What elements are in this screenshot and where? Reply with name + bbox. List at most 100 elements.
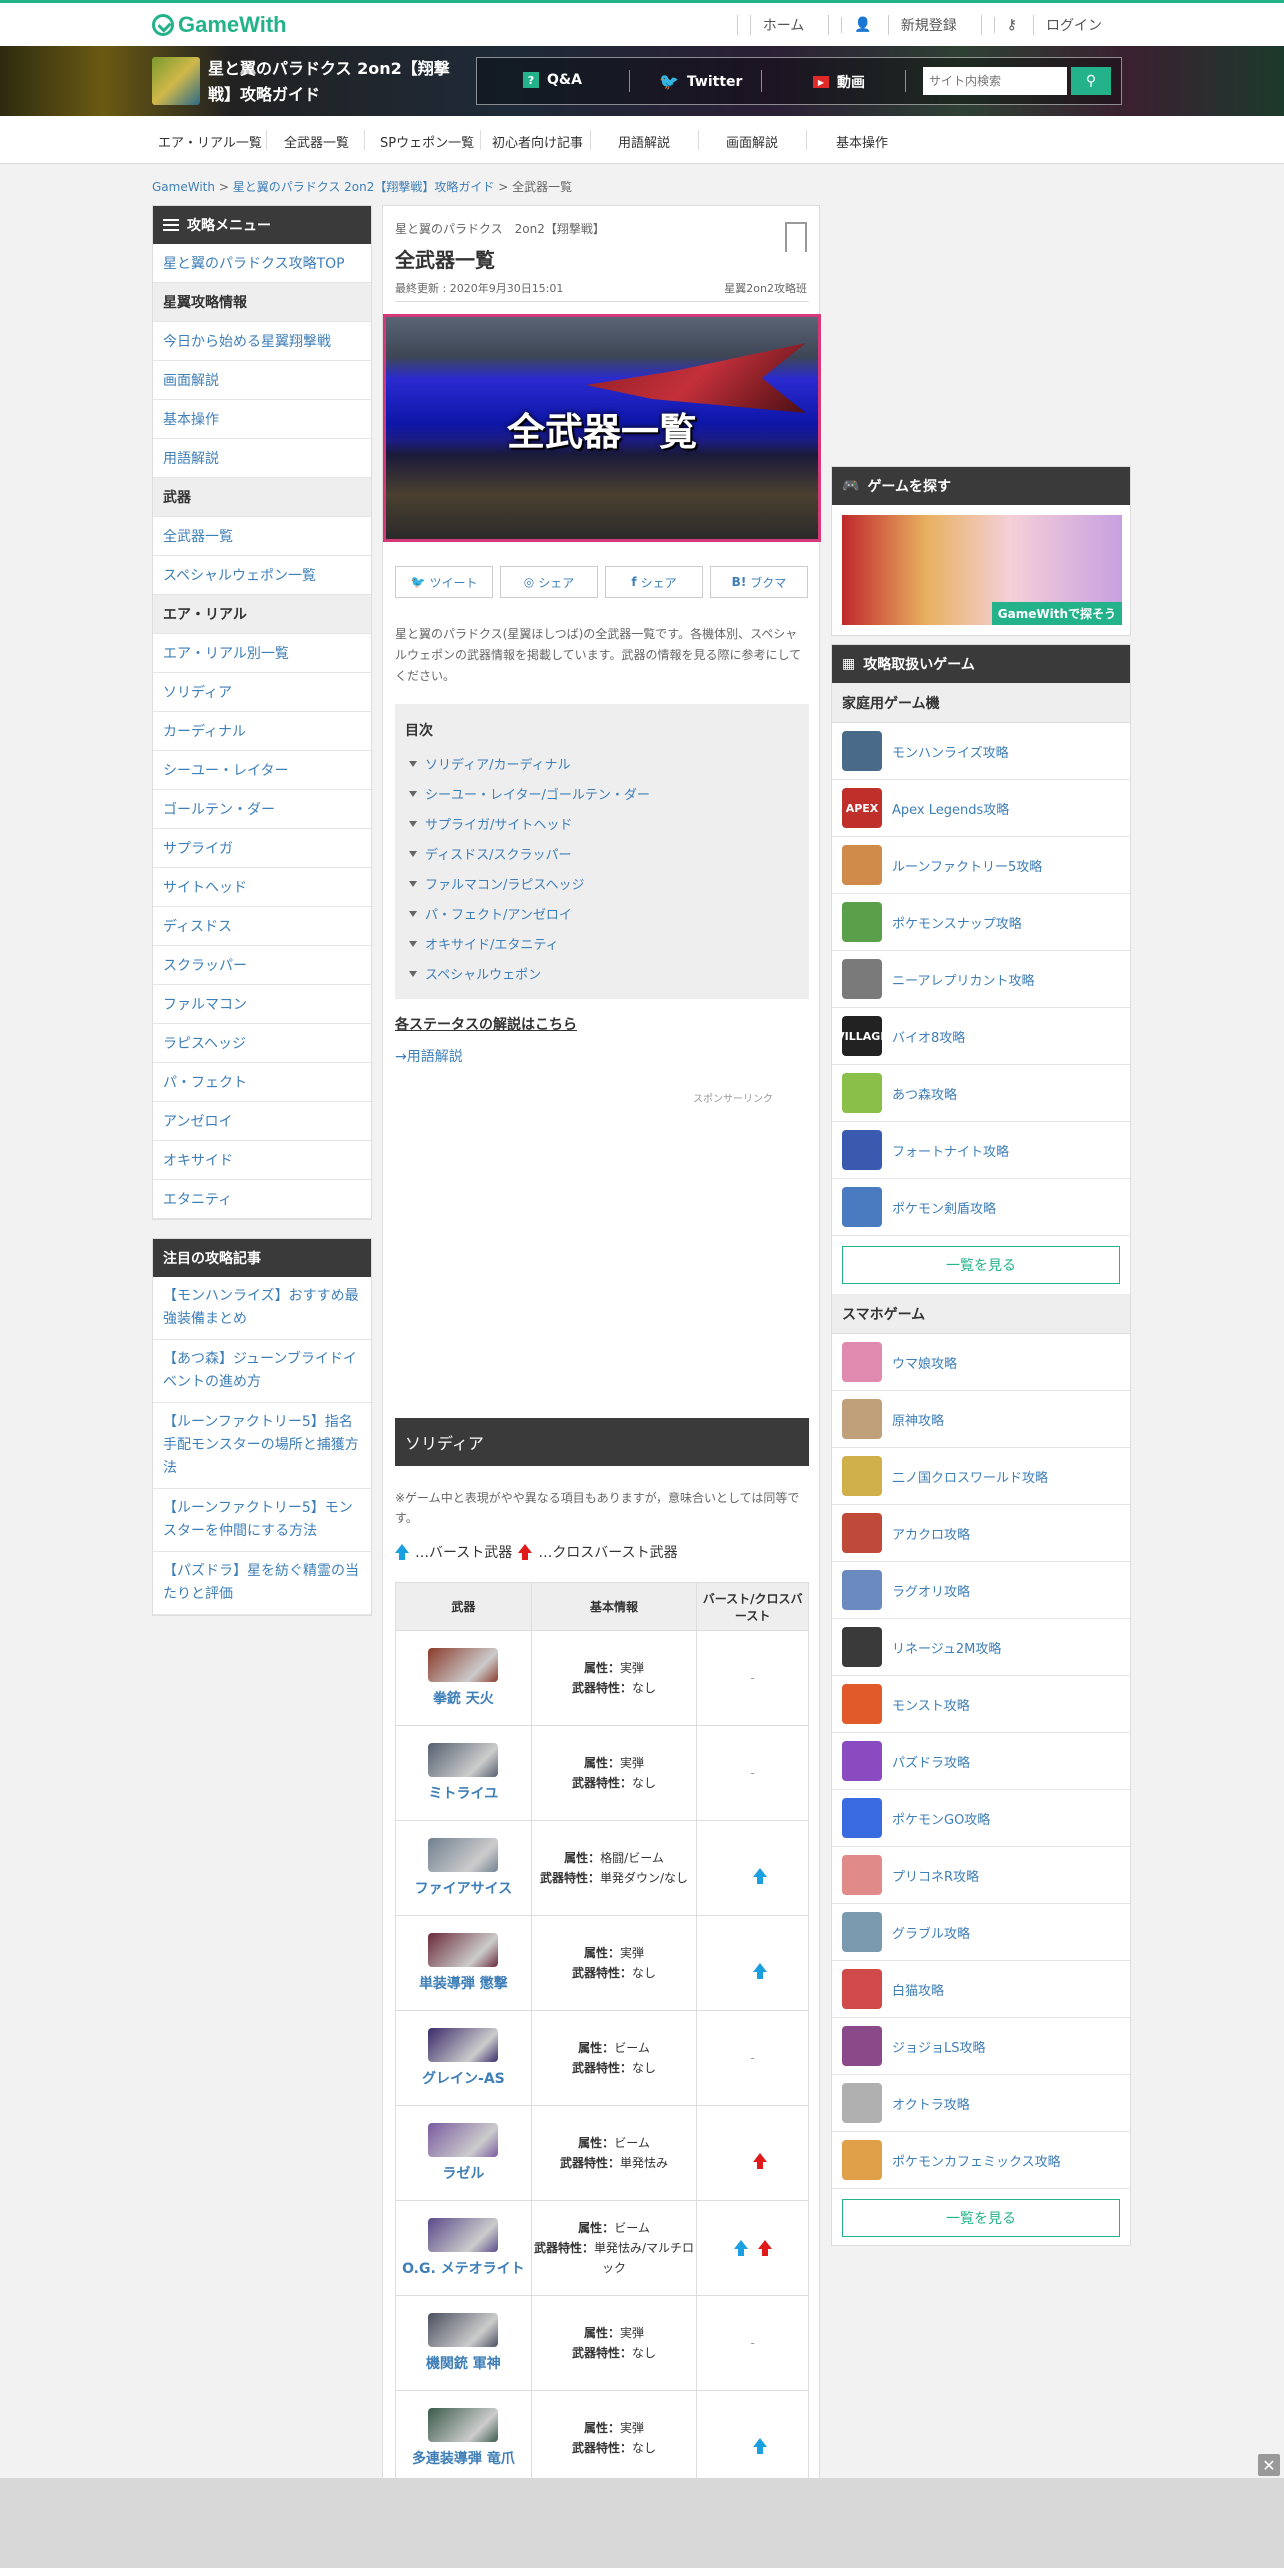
game-list-item[interactable]: ポケモン剣盾攻略 [832, 1179, 1130, 1236]
sidebar-item[interactable]: アンゼロイ [153, 1102, 371, 1141]
sidebar-item[interactable]: シーユー・レイター [153, 751, 371, 790]
login-link[interactable]: ⚷ ログイン [980, 15, 1126, 35]
weapon-link[interactable]: 拳銃 天火 [396, 1648, 531, 1708]
weapon-trait: 武器特性：単発怯み/マルチロック [532, 2238, 696, 2278]
catnav-item-airreal[interactable]: エア・リアル一覧 [158, 132, 262, 151]
weapon-link[interactable]: O.G. メテオライト [396, 2218, 531, 2278]
game-list-item[interactable]: リネージュ2M攻略 [832, 1619, 1130, 1676]
sidebar-item[interactable]: スクラッパー [153, 946, 371, 985]
game-list-item[interactable]: プリコネR攻略 [832, 1847, 1130, 1904]
game-list-item[interactable]: パズドラ攻略 [832, 1733, 1130, 1790]
catnav-item-basics[interactable]: 基本操作 [836, 132, 888, 151]
game-ad-banner[interactable]: GameWithで探そう [842, 515, 1122, 625]
game-list-item[interactable]: APEX Apex Legends攻略 [832, 780, 1130, 837]
sidebar-item[interactable]: エタニティ [153, 1180, 371, 1219]
game-list-item[interactable]: グラブル攻略 [832, 1904, 1130, 1961]
game-list-item[interactable]: ジョジョLS攻略 [832, 2018, 1130, 2075]
sidebar-item[interactable]: カーディナル [153, 712, 371, 751]
home-link[interactable]: ホーム [736, 15, 829, 35]
sidebar-item[interactable]: 用語解説 [153, 439, 371, 478]
weapon-link[interactable]: グレイン-AS [396, 2028, 531, 2088]
featured-article-link[interactable]: 【ルーンファクトリー5】指名手配モンスターの場所と捕獲方法 [153, 1403, 371, 1489]
game-list-item[interactable]: ニーアレプリカント攻略 [832, 951, 1130, 1008]
terms-link[interactable]: →用語解説 [395, 1046, 463, 1066]
featured-article-link[interactable]: 【パズドラ】星を紡ぐ精霊の当たりと評価 [153, 1552, 371, 1615]
video-link[interactable]: ▶ 動画 [813, 72, 865, 92]
twitter-link[interactable]: 🐦 Twitter [659, 72, 742, 91]
sidebar-item[interactable]: エア・リアル別一覧 [153, 634, 371, 673]
game-list-item[interactable]: アカクロ攻略 [832, 1505, 1130, 1562]
game-list-item[interactable]: VILLAGE バイオ8攻略 [832, 1008, 1130, 1065]
sidebar-item[interactable]: スペシャルウェポン一覧 [153, 556, 371, 595]
sidebar-item[interactable]: サイトヘッド [153, 868, 371, 907]
sidebar-item[interactable]: ラピスヘッジ [153, 1024, 371, 1063]
game-list-item[interactable]: ラグオリ攻略 [832, 1562, 1130, 1619]
game-list-item[interactable]: ルーンファクトリー5攻略 [832, 837, 1130, 894]
view-all-home-button[interactable]: 一覧を見る [842, 1246, 1120, 1284]
featured-article-link[interactable]: 【あつ森】ジューンブライドイベントの進め方 [153, 1340, 371, 1403]
catnav-item-screen[interactable]: 画面解説 [726, 132, 778, 151]
view-all-mobile-button[interactable]: 一覧を見る [842, 2199, 1120, 2237]
sidebar-item[interactable]: 今日から始める星翼翔撃戦 [153, 322, 371, 361]
game-list-item[interactable]: ポケモンスナップ攻略 [832, 894, 1130, 951]
game-list-item[interactable]: ポケモンカフェミックス攻略 [832, 2132, 1130, 2189]
toc-item[interactable]: オキサイド/エタニティ [409, 934, 559, 953]
catnav-item-weapons[interactable]: 全武器一覧 [284, 132, 349, 151]
game-list-item[interactable]: フォートナイト攻略 [832, 1122, 1130, 1179]
game-thumbnail[interactable] [152, 57, 200, 105]
bookmark-icon[interactable] [785, 222, 807, 252]
line-share-button[interactable]: ◎ シェア [500, 566, 598, 598]
status-explanation-link[interactable]: 各ステータスの解説はこちら [395, 1014, 577, 1034]
search-button[interactable]: ⚲ [1071, 67, 1111, 95]
gamewith-logo[interactable]: GameWith [152, 12, 287, 38]
sidebar-item[interactable]: 基本操作 [153, 400, 371, 439]
facebook-share-button[interactable]: f シェア [605, 566, 703, 598]
breadcrumb-guide[interactable]: 星と翼のパラドクス 2on2【翔撃戦】攻略ガイド [233, 180, 495, 194]
game-title[interactable]: 星と翼のパラドクス 2on2【翔撃戦】攻略ガイド [208, 56, 458, 108]
qa-link[interactable]: ? Q&A [523, 72, 582, 88]
game-list-item[interactable]: ウマ娘攻略 [832, 1334, 1130, 1391]
catnav-item-terms[interactable]: 用語解説 [618, 132, 670, 151]
site-search-input[interactable] [923, 67, 1067, 95]
sidebar-item[interactable]: パ・フェクト [153, 1063, 371, 1102]
game-list-item[interactable]: モンスト攻略 [832, 1676, 1130, 1733]
weapon-link[interactable]: ファイアサイス [396, 1838, 531, 1898]
sidebar-item[interactable]: ソリディア [153, 673, 371, 712]
sidebar-item[interactable]: ゴールテン・ダー [153, 790, 371, 829]
catnav-item-spweapons[interactable]: SPウェポン一覧 [380, 132, 474, 151]
register-link[interactable]: 👤 新規登録 [828, 15, 980, 35]
weapon-link[interactable]: ラゼル [396, 2123, 531, 2183]
toc-item[interactable]: シーユー・レイター/ゴールテン・ダー [409, 784, 650, 803]
toc-item[interactable]: ディスドス/スクラッパー [409, 844, 571, 863]
weapon-link[interactable]: 機関銃 軍神 [396, 2313, 531, 2373]
toc-item[interactable]: ファルマコン/ラピスヘッジ [409, 874, 584, 893]
game-list-item[interactable]: 白猫攻略 [832, 1961, 1130, 2018]
toc-item[interactable]: スペシャルウェポン [409, 964, 541, 983]
breadcrumb-home[interactable]: GameWith [152, 180, 215, 194]
sidebar-item[interactable]: オキサイド [153, 1141, 371, 1180]
game-list-item[interactable]: オクトラ攻略 [832, 2075, 1130, 2132]
featured-article-link[interactable]: 【モンハンライズ】おすすめ最強装備まとめ [153, 1277, 371, 1340]
game-list-item[interactable]: モンハンライズ攻略 [832, 723, 1130, 780]
game-list-item[interactable]: ポケモンGO攻略 [832, 1790, 1130, 1847]
sidebar-item[interactable]: ディスドス [153, 907, 371, 946]
toc-item[interactable]: ソリディア/カーディナル [409, 754, 571, 773]
catnav-item-beginner[interactable]: 初心者向け記事 [492, 132, 583, 151]
game-list-item[interactable]: あつ森攻略 [832, 1065, 1130, 1122]
hatena-bookmark-button[interactable]: B! ブクマ [710, 566, 808, 598]
sidebar-item-top[interactable]: 星と翼のパラドクス攻略TOP [153, 244, 371, 283]
weapon-link[interactable]: 多連装導弾 竜爪 [396, 2408, 531, 2468]
sidebar-item[interactable]: ファルマコン [153, 985, 371, 1024]
sidebar-item[interactable]: 全武器一覧 [153, 517, 371, 556]
game-list-item[interactable]: 原神攻略 [832, 1391, 1130, 1448]
tweet-button[interactable]: 🐦 ツイート [395, 566, 493, 598]
toc-item[interactable]: パ・フェクト/アンゼロイ [409, 904, 572, 923]
weapon-link[interactable]: ミトライユ [396, 1743, 531, 1803]
game-list-item[interactable]: 二ノ国クロスワールド攻略 [832, 1448, 1130, 1505]
close-icon[interactable]: ✕ [1258, 2454, 1280, 2476]
sidebar-item[interactable]: 画面解説 [153, 361, 371, 400]
toc-item[interactable]: サプライガ/サイトヘッド [409, 814, 572, 833]
featured-article-link[interactable]: 【ルーンファクトリー5】モンスターを仲間にする方法 [153, 1489, 371, 1552]
sidebar-item[interactable]: サプライガ [153, 829, 371, 868]
weapon-link[interactable]: 単装導弾 懲撃 [396, 1933, 531, 1993]
